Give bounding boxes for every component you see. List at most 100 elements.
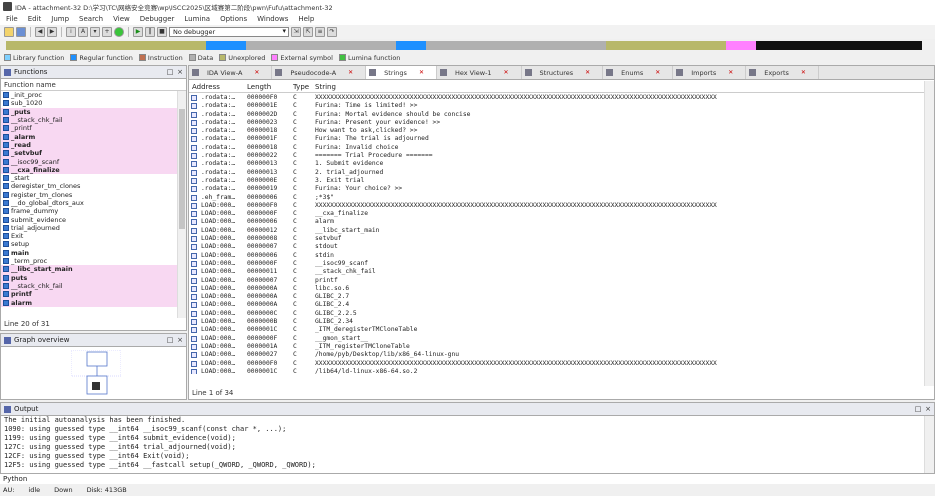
string-row[interactable]: .rodata:… 00000013 C 2. trial_adjourned	[189, 169, 924, 177]
close-icon[interactable]: ✕	[728, 69, 735, 76]
tab-exports[interactable]: Exports ✕	[746, 66, 819, 79]
function-list-item[interactable]: _alarm	[1, 132, 178, 141]
string-row[interactable]: LOAD:000… 00000006 Calarm	[189, 218, 924, 226]
string-row[interactable]: LOAD:000… 0000000A C GLIBC_2.4	[189, 301, 924, 309]
scrollbar-thumb[interactable]	[179, 109, 185, 229]
string-row[interactable]: .rodata:… 0000002D C Furina: Mortal evidenc…	[189, 111, 924, 119]
menu-debugger[interactable]: Debugger	[140, 15, 175, 23]
close-icon[interactable]: ✕	[419, 69, 426, 76]
string-row[interactable]: LOAD:000… 0000000F C __gmon_start__	[189, 335, 924, 343]
graph-overview-canvas[interactable]	[71, 350, 121, 396]
python-label[interactable]: Python	[3, 475, 27, 483]
tab-hex-view-1[interactable]: Hex View-1 ✕	[437, 66, 522, 79]
function-list-item[interactable]: __cxa_finalize	[1, 165, 178, 174]
string-row[interactable]: .rodata:… 00000018 C Furina: Invalid choice	[189, 144, 924, 152]
pause-icon[interactable]: ‖	[145, 27, 155, 37]
string-row[interactable]: LOAD:000… 0000000F C __isoc99_scanf	[189, 260, 924, 268]
function-list-item[interactable]: _read	[1, 140, 178, 150]
string-row[interactable]: LOAD:000… 000000F0 C XXXXXXXXXXXXXXXXXXXXXX…	[189, 202, 924, 210]
tab-structures[interactable]: Structures ✕	[522, 66, 604, 79]
col-address[interactable]: Address	[192, 81, 220, 93]
function-list-item[interactable]: _init_proc	[1, 91, 178, 99]
functions-scrollbar[interactable]	[177, 91, 186, 318]
close-icon[interactable]: ✕	[801, 69, 808, 76]
tab-imports[interactable]: Imports ✕	[673, 66, 747, 79]
play-icon[interactable]: ▶	[133, 27, 143, 37]
string-row[interactable]: .eh_fram… 00000006 C ;*3$"	[189, 194, 924, 202]
function-list-item[interactable]: submit_evidence	[1, 215, 178, 224]
string-row[interactable]: .rodata:… 00000023 C Furina: Present your e…	[189, 119, 924, 127]
settings-icon[interactable]: ≡	[315, 27, 325, 37]
binary-icon[interactable]: ⁞	[66, 27, 76, 37]
string-row[interactable]: LOAD:000… 0000000C C GLIBC_2.2.5	[189, 310, 924, 318]
string-row[interactable]: .rodata:… 0000001E C Furina: Time is limite…	[189, 102, 924, 110]
output-log[interactable]: The initial autoanalysis has been finish…	[4, 416, 924, 478]
function-list-item[interactable]: _start	[1, 174, 178, 182]
string-row[interactable]: LOAD:000… 0000000B C GLIBC_2.34	[189, 318, 924, 326]
function-list-item[interactable]: __isoc99_scanf	[1, 157, 178, 166]
function-list-item[interactable]: __do_global_dtors_aux	[1, 199, 178, 207]
function-list-item[interactable]: __libc_start_main	[1, 265, 178, 274]
string-row[interactable]: LOAD:000… 00000027 C/home/pyb/Desktop/lib/…	[189, 351, 924, 359]
function-list-item[interactable]: _setvbuf	[1, 149, 178, 158]
strings-scrollbar[interactable]	[924, 81, 934, 386]
green-circle-icon[interactable]	[114, 27, 124, 37]
text-icon[interactable]: A	[78, 27, 88, 37]
tab-strings[interactable]: Strings ✕	[366, 66, 437, 79]
string-row[interactable]: .rodata:… 00000019 C Furina: Your choice? >…	[189, 185, 924, 193]
close-icon[interactable]: ✕	[585, 69, 592, 76]
close-icon[interactable]: ×	[176, 68, 184, 76]
function-list-item[interactable]: _term_proc	[1, 257, 178, 265]
col-length[interactable]: Length	[247, 81, 271, 93]
attach-icon[interactable]: ⇲	[291, 27, 301, 37]
string-row[interactable]: LOAD:000… 00000008 Csetvbuf	[189, 235, 924, 243]
forward-icon[interactable]: ▶	[47, 27, 57, 37]
function-name-column-header[interactable]: Function name	[1, 79, 186, 91]
tab-enums[interactable]: Enums ✕	[603, 66, 674, 79]
output-scrollbar[interactable]	[924, 416, 934, 480]
string-row[interactable]: LOAD:000… 0000000A Clibc.so.6	[189, 285, 924, 293]
close-icon[interactable]: ✕	[254, 69, 261, 76]
menu-lumina[interactable]: Lumina	[184, 15, 210, 23]
navigation-strip[interactable]	[6, 41, 922, 50]
close-icon[interactable]: ✕	[655, 69, 662, 76]
col-type[interactable]: Type	[293, 81, 309, 93]
string-row[interactable]: .rodata:… 00000013 C 1. Submit evidence	[189, 160, 924, 168]
create-function-icon[interactable]: +	[102, 27, 112, 37]
tab-ida-view-a[interactable]: IDA View-A ✕	[189, 66, 273, 79]
back-icon[interactable]: ◀	[35, 27, 45, 37]
menu-view[interactable]: View	[113, 15, 130, 23]
tab-pseudocode-a[interactable]: Pseudocode-A ✕	[272, 66, 367, 79]
string-row[interactable]: LOAD:000… 00000011 C __stack_chk_fail	[189, 268, 924, 276]
function-list-item[interactable]: main	[1, 249, 178, 257]
function-list-item[interactable]: frame_dummy	[1, 207, 178, 215]
menu-jump[interactable]: Jump	[51, 15, 69, 23]
close-icon[interactable]: ×	[176, 336, 184, 344]
save-icon[interactable]	[16, 27, 26, 37]
close-icon[interactable]: ✕	[504, 69, 511, 76]
string-row[interactable]: LOAD:000… 0000000A C GLIBC_2.7	[189, 293, 924, 301]
debugger-select[interactable]: No debugger	[169, 27, 289, 37]
string-row[interactable]: LOAD:000… 00000007 Cstdout	[189, 243, 924, 251]
function-list-item[interactable]: _printf	[1, 124, 178, 133]
function-list-item[interactable]: setup	[1, 240, 178, 248]
string-row[interactable]: .rodata:… 000000F0 C XXXXXXXXXXXXXXXXXXXXXX…	[189, 94, 924, 102]
menu-help[interactable]: Help	[298, 15, 314, 23]
function-list-item[interactable]: __stack_chk_fail	[1, 281, 178, 291]
function-list-item[interactable]: printf	[1, 290, 178, 299]
menu-search[interactable]: Search	[79, 15, 103, 23]
open-icon[interactable]	[4, 27, 14, 37]
maximize-icon[interactable]: □	[914, 405, 922, 413]
string-row[interactable]: .rodata:… 00000022 C ======= Trial Procedur…	[189, 152, 924, 160]
step-icon[interactable]: ↷	[327, 27, 337, 37]
function-list-item[interactable]: _puts	[1, 107, 178, 116]
string-row[interactable]: .rodata:… 0000000E C 3. Exit trial	[189, 177, 924, 185]
function-list-item[interactable]: __stack_chk_fail	[1, 115, 178, 125]
stop-icon[interactable]: ■	[157, 27, 167, 37]
maximize-icon[interactable]: □	[166, 68, 174, 76]
function-list-item[interactable]: alarm	[1, 298, 178, 307]
python-input[interactable]	[32, 475, 922, 484]
function-list-item[interactable]: deregister_tm_clones	[1, 182, 178, 190]
menu-edit[interactable]: Edit	[28, 15, 42, 23]
string-row[interactable]: LOAD:000… 00000006 Cstdin	[189, 252, 924, 260]
